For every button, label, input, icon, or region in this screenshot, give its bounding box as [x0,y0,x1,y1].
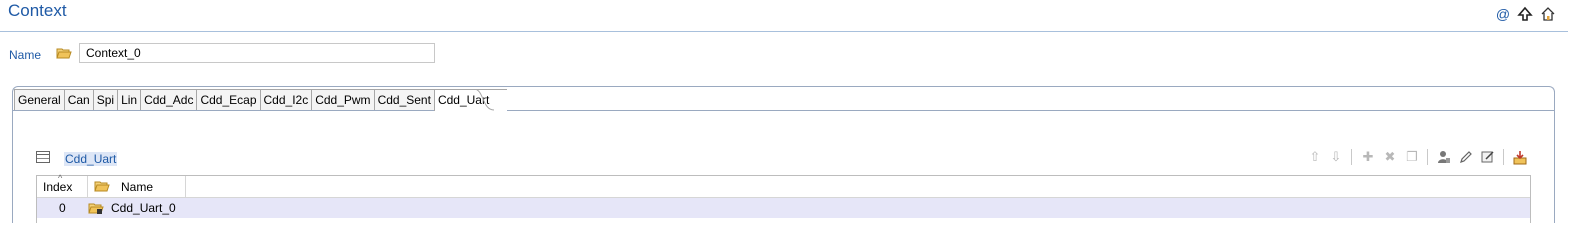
tab-bar: General Can Spi Lin Cdd_Adc Cdd_Ecap Cdd… [14,89,508,111]
folder-icon [56,47,72,59]
tab-cdd-ecap[interactable]: Cdd_Ecap [196,89,261,110]
copy-icon[interactable]: ❐ [1404,150,1420,164]
user-settings-icon[interactable] [1436,150,1452,167]
tab-general[interactable]: General [14,89,65,110]
header-divider [0,31,1568,32]
toolbar-separator [1503,149,1504,165]
at-icon[interactable]: @ [1495,6,1511,22]
row-index: 0 [59,201,66,215]
home-icon[interactable] [1540,6,1556,22]
tab-cdd-sent[interactable]: Cdd_Sent [373,89,435,110]
tab-cdd-uart[interactable]: Cdd_Uart [433,89,508,111]
move-up-icon[interactable]: ⇧ [1307,150,1323,164]
table-row[interactable] [37,198,1530,218]
toolbar-separator [1427,149,1428,165]
move-down-icon[interactable]: ⇩ [1328,150,1344,164]
import-icon[interactable] [1512,150,1528,169]
tab-can[interactable]: Can [63,89,94,110]
add-icon[interactable]: ✚ [1360,150,1376,164]
delete-icon[interactable]: ✖ [1382,150,1398,164]
page-title: Context [8,1,67,20]
up-arrow-icon[interactable] [1517,6,1533,22]
column-header-index[interactable]: ^ Index [37,173,88,198]
name-label: Name [9,48,42,62]
name-input[interactable] [79,43,435,63]
tab-cdd-adc[interactable]: Cdd_Adc [140,89,198,110]
edit-pencil-icon[interactable] [1458,150,1474,167]
folder-icon [94,180,110,195]
edit-form-icon[interactable] [1480,150,1496,167]
row-name[interactable]: Cdd_Uart_0 [111,201,176,215]
toolbar-separator [1351,149,1352,165]
tab-cdd-pwm[interactable]: Cdd_Pwm [311,89,375,110]
section-title: Cdd_Uart [64,152,118,166]
folder-element-icon [88,202,104,218]
tab-cdd-i2c[interactable]: Cdd_I2c [259,89,313,110]
tab-lin[interactable]: Lin [117,89,142,110]
column-header-name[interactable]: Name [88,176,186,198]
active-tab-curve [474,89,494,111]
tab-spi[interactable]: Spi [92,89,119,110]
table-icon [36,151,50,163]
